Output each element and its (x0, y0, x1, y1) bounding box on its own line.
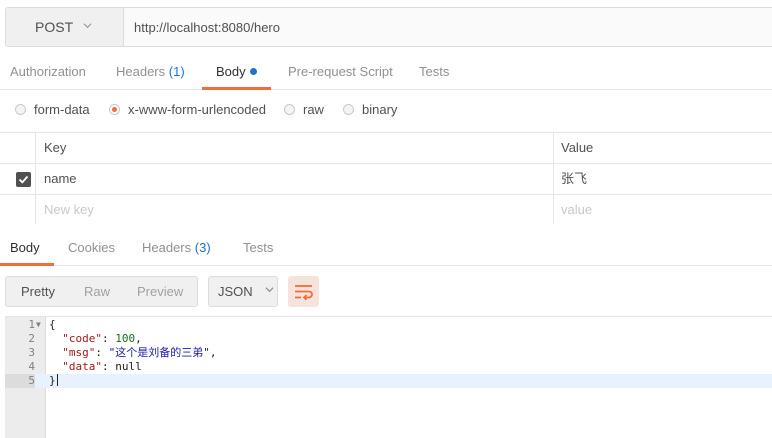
format-label: JSON (218, 284, 253, 299)
view-raw-button[interactable]: Raw (84, 277, 110, 306)
radio-raw[interactable]: raw (284, 97, 324, 121)
tab-label: Authorization (10, 64, 86, 79)
view-pretty-button[interactable]: Pretty (21, 277, 55, 306)
code-bracket: } (49, 374, 56, 387)
check-icon (18, 175, 29, 184)
header-check-cell (0, 133, 36, 163)
code-line: 2 "code": 100, (5, 332, 772, 346)
method-select[interactable]: POST (6, 8, 124, 46)
row-check-cell (0, 164, 36, 194)
json-sep: : (102, 332, 116, 345)
response-tab-tests[interactable]: Tests (243, 232, 273, 266)
chevron-down-icon (265, 287, 274, 293)
code-line-active: 5 } (5, 374, 772, 388)
param-key-input[interactable]: name (36, 164, 554, 194)
param-value-input[interactable]: 张飞 (554, 164, 772, 194)
radio-binary[interactable]: binary (343, 97, 397, 121)
json-tail: , (135, 332, 142, 345)
url-text: http://localhost:8080/hero (134, 19, 280, 35)
tab-label: Tests (243, 240, 274, 255)
params-table: Key Value name 张飞 New key value (0, 132, 772, 226)
request-bar: POST http://localhost:8080/hero (5, 7, 772, 47)
radio-label: form-data (34, 101, 90, 117)
tab-label: Pre-request Script (288, 64, 393, 79)
tab-count: (3) (194, 240, 211, 255)
radio-selected-icon (109, 103, 120, 115)
new-value-input[interactable]: value (554, 195, 772, 225)
code-line: 3 "msg": "这个是刘备的三弟", (5, 346, 772, 360)
json-value: "这个是刘备的三弟" (108, 346, 210, 359)
tab-label: Cookies (68, 240, 115, 255)
code-text: "code": 100, (49, 332, 142, 346)
tab-label: Headers (116, 64, 166, 79)
line-number: 4 (28, 360, 35, 373)
tab-label: Body (216, 64, 246, 79)
json-sep: : (102, 360, 116, 373)
json-value: 100 (115, 332, 136, 345)
json-key: "msg" (62, 346, 96, 359)
method-label: POST (35, 19, 74, 35)
tab-headers[interactable]: Headers (1) (116, 56, 185, 90)
response-tab-headers[interactable]: Headers (3) (142, 232, 211, 266)
radio-circle-icon (15, 103, 26, 115)
wrap-lines-button[interactable] (288, 276, 319, 307)
column-header-value: Value (561, 140, 594, 155)
radio-label: binary (362, 101, 398, 117)
text-caret (56, 374, 58, 386)
code-text: "msg": "这个是刘备的三弟", (49, 346, 217, 360)
new-key-input[interactable]: New key (36, 195, 554, 225)
response-tabs: Body Cookies Headers (3) Tests (0, 232, 772, 266)
code-line: 1 ▼ { (5, 318, 772, 332)
url-input[interactable]: http://localhost:8080/hero (124, 8, 772, 46)
tab-authorization[interactable]: Authorization (10, 56, 86, 90)
column-header-key: Key (36, 133, 554, 163)
table-row: name 张飞 (0, 164, 772, 195)
radio-circle-icon (284, 103, 295, 115)
line-number: 3 (28, 346, 35, 359)
tab-label: Headers (142, 240, 192, 255)
radio-circle-icon (343, 103, 354, 115)
new-param-row: New key value (0, 195, 772, 226)
code-text: "data": null (49, 360, 142, 374)
tab-pre-request-script[interactable]: Pre-request Script (288, 56, 393, 90)
format-select[interactable]: JSON (208, 276, 278, 307)
response-tab-cookies[interactable]: Cookies (68, 232, 115, 266)
json-value: null (115, 360, 142, 373)
line-number: 1 (28, 318, 35, 331)
wrap-lines-icon (294, 284, 313, 300)
json-key: "code" (62, 332, 102, 345)
tab-label: Body (10, 240, 40, 255)
tab-label: Tests (419, 64, 450, 79)
code-line: 4 "data": null (5, 360, 772, 374)
radio-form-data[interactable]: form-data (15, 97, 90, 121)
code-text: } (49, 374, 58, 388)
modified-dot-icon (249, 68, 257, 75)
fold-arrow-icon[interactable]: ▼ (36, 318, 41, 332)
radio-label: x-www-form-urlencoded (128, 101, 266, 117)
request-tabs: Authorization Headers (1) Body Pre-reque… (0, 56, 772, 90)
chevron-down-icon (83, 22, 92, 28)
view-preview-button[interactable]: Preview (137, 277, 183, 306)
radio-label: raw (303, 101, 324, 117)
view-mode-switch: Pretty Raw Preview (5, 276, 198, 307)
tab-body[interactable]: Body (202, 56, 271, 90)
line-number: 5 (5, 374, 35, 388)
tab-tests[interactable]: Tests (419, 56, 449, 90)
line-number: 2 (28, 332, 35, 345)
response-code-view[interactable]: 1 ▼ { 2 "code": 100, 3 "msg": "这个是刘备的三弟"… (5, 316, 772, 438)
table-header-row: Key Value (0, 133, 772, 164)
code-text: { (49, 318, 56, 331)
row-enabled-checkbox[interactable] (16, 172, 31, 187)
radio-x-www-form-urlencoded[interactable]: x-www-form-urlencoded (109, 97, 266, 121)
json-tail: , (209, 346, 217, 359)
response-tab-body[interactable]: Body (0, 232, 54, 266)
json-sep: : (95, 346, 109, 359)
row-check-cell (0, 195, 36, 225)
tab-count: (1) (168, 64, 185, 79)
json-key: "data" (62, 360, 102, 373)
body-type-options: form-data x-www-form-urlencoded raw bina… (0, 97, 772, 121)
